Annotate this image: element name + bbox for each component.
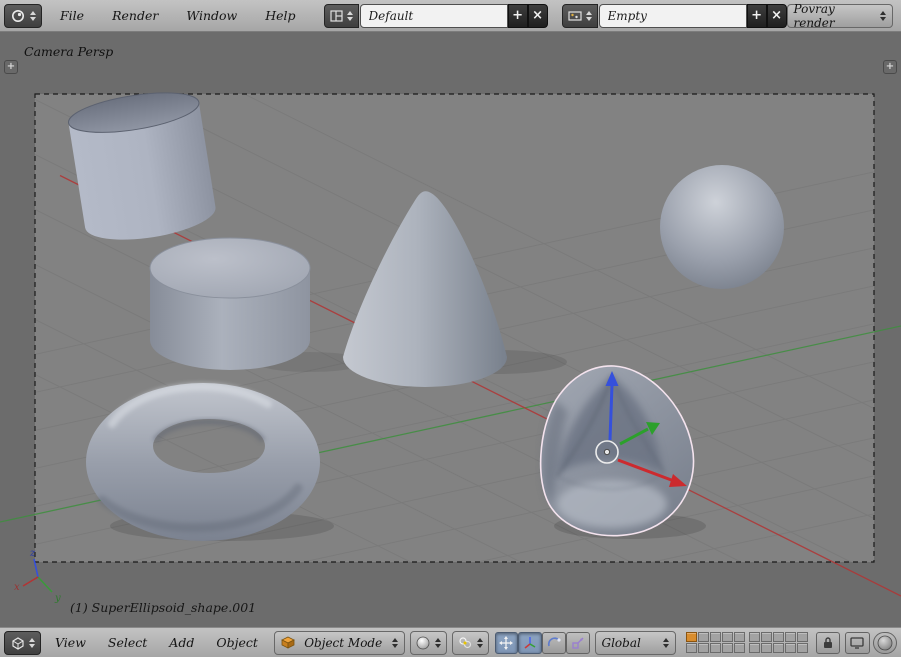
viewport-shading-dropdown[interactable] (410, 631, 447, 655)
spinner-arrows-icon (663, 638, 669, 648)
tool-shelf-toggle[interactable]: + (4, 60, 18, 74)
menu-window[interactable]: Window (184, 8, 239, 23)
layer-8-button[interactable] (710, 643, 721, 653)
close-scene-button[interactable]: × (767, 4, 787, 28)
scene-canvas: z y x (0, 32, 901, 627)
menu-object[interactable]: Object (214, 635, 260, 650)
lock-layers-button[interactable] (816, 632, 840, 654)
layer-16-button[interactable] (749, 643, 760, 653)
layer-6-button[interactable] (686, 643, 697, 653)
object-sphere[interactable] (660, 165, 784, 289)
properties-panel-toggle[interactable]: + (883, 60, 897, 74)
menu-view[interactable]: View (53, 635, 88, 650)
menu-select[interactable]: Select (106, 635, 149, 650)
scene-name-input[interactable] (599, 4, 747, 28)
translate-axis-icon (523, 636, 537, 650)
render-engine-value: Povray render (794, 2, 875, 30)
layer-5-button[interactable] (734, 632, 745, 642)
menu-help[interactable]: Help (263, 8, 297, 23)
view-name-label: Camera Persp (24, 44, 113, 59)
layer-10-button[interactable] (734, 643, 745, 653)
view3d-editor-icon (10, 636, 25, 650)
layer-1-button[interactable] (686, 632, 697, 642)
layer-19-button[interactable] (785, 643, 796, 653)
layer-2-button[interactable] (698, 632, 709, 642)
axis-y-label: y (54, 593, 61, 604)
close-screen-button[interactable]: × (528, 4, 548, 28)
menu-render[interactable]: Render (110, 8, 160, 23)
layer-17-button[interactable] (761, 643, 772, 653)
layer-13-button[interactable] (773, 632, 784, 642)
active-object-label: (1) SuperEllipsoid_shape.001 (70, 600, 256, 615)
layer-9-button[interactable] (722, 643, 733, 653)
menu-add[interactable]: Add (167, 635, 196, 650)
scale-toggle-button[interactable] (566, 632, 590, 654)
editor-type-button-3dview[interactable] (4, 631, 41, 655)
pivot-icon (458, 636, 472, 650)
view3d-header: View Select Add Object Object Mode (0, 627, 901, 657)
axis-x-label: x (14, 582, 20, 593)
spinner-arrows-icon (586, 11, 592, 21)
scale-icon (571, 636, 585, 650)
layers-group-1 (686, 632, 745, 653)
info-menus: File Render Window Help (58, 8, 298, 23)
blender-logo-icon (10, 8, 26, 24)
spinner-arrows-icon (29, 638, 35, 648)
scene-browse-button[interactable] (562, 4, 598, 28)
spinner-arrows-icon (880, 11, 886, 21)
info-header: File Render Window Help + × (0, 0, 901, 32)
object-mode-cube-icon (281, 636, 295, 649)
sphere-preview-icon (877, 635, 893, 651)
shading-sphere-icon (416, 636, 430, 650)
pivot-point-dropdown[interactable] (452, 631, 489, 655)
manipulator-toggle-button[interactable] (495, 632, 519, 654)
add-screen-button[interactable]: + (508, 4, 528, 28)
screen-layout-selector: + × (324, 4, 548, 28)
view3d-menus: View Select Add Object (53, 635, 260, 650)
layer-12-button[interactable] (761, 632, 772, 642)
layer-18-button[interactable] (773, 643, 784, 653)
rotate-toggle-button[interactable] (542, 632, 566, 654)
scene-icon (568, 10, 582, 22)
layer-7-button[interactable] (698, 643, 709, 653)
object-cylinder-tilted[interactable] (66, 86, 219, 248)
display-icon (850, 637, 864, 649)
menu-file[interactable]: File (58, 8, 86, 23)
spinner-arrows-icon (30, 11, 36, 21)
layer-11-button[interactable] (749, 632, 760, 642)
spinner-arrows-icon (435, 638, 441, 648)
lock-icon (822, 636, 834, 649)
mode-value: Object Mode (304, 636, 382, 650)
screen-layout-browse-button[interactable] (324, 4, 359, 28)
spinner-arrows-icon (347, 11, 353, 21)
scene-selector: + × (562, 4, 787, 28)
add-scene-button[interactable]: + (747, 4, 767, 28)
translate-toggle-button[interactable] (518, 632, 542, 654)
rotate-arc-icon (547, 636, 561, 650)
viewport-3d[interactable]: z y x Camera Persp (1) SuperEllipsoid_sh… (0, 32, 901, 627)
transform-orientation-dropdown[interactable]: Global (595, 631, 676, 655)
layer-3-button[interactable] (710, 632, 721, 642)
screen-layout-icon (330, 10, 343, 22)
layers-group-2 (749, 632, 808, 653)
blender-window: File Render Window Help + × (0, 0, 901, 657)
screen-name-input[interactable] (360, 4, 508, 28)
render-display-button[interactable] (845, 632, 871, 654)
layer-4-button[interactable] (722, 632, 733, 642)
layer-14-button[interactable] (785, 632, 796, 642)
editor-type-button-info[interactable] (4, 4, 42, 28)
axis-z-label: z (29, 548, 36, 559)
matcap-sphere-button[interactable] (873, 632, 897, 654)
layer-20-button[interactable] (797, 643, 808, 653)
manipulator-4way-icon (499, 636, 513, 650)
spinner-arrows-icon (392, 638, 398, 648)
spinner-arrows-icon (477, 638, 483, 648)
mode-dropdown[interactable]: Object Mode (274, 631, 405, 655)
layer-15-button[interactable] (797, 632, 808, 642)
orientation-value: Global (602, 636, 641, 650)
render-engine-dropdown[interactable]: Povray render (787, 4, 893, 28)
